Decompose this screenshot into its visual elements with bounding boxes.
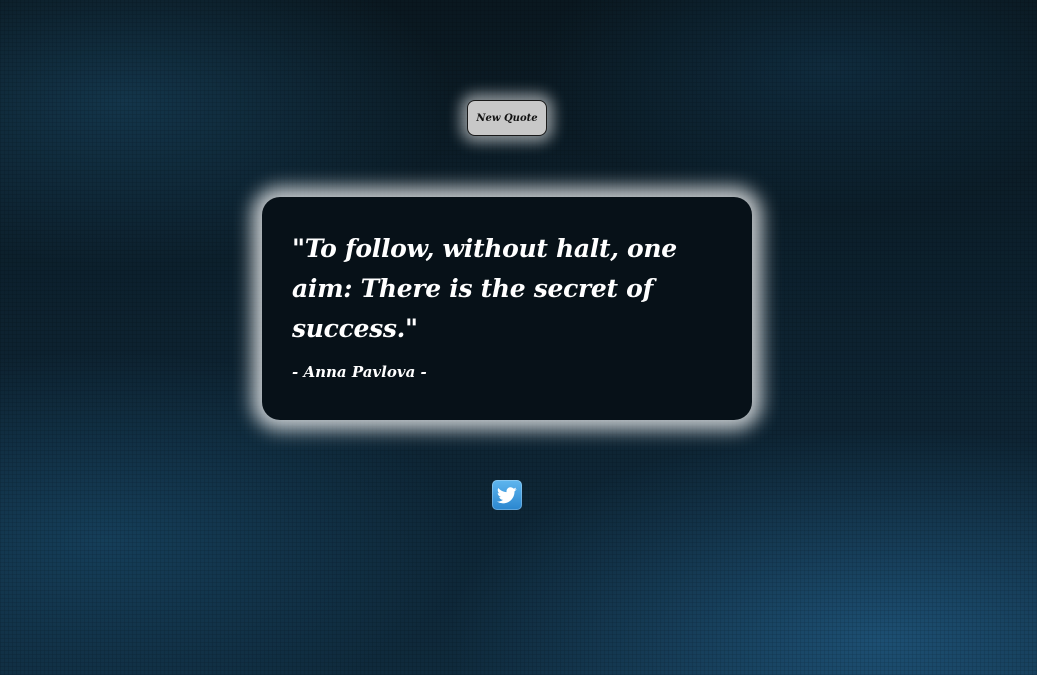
quote-author: - Anna Pavlova - xyxy=(292,363,427,381)
quote-card: "To follow, without halt, one aim: There… xyxy=(262,197,752,420)
new-quote-button[interactable]: New Quote xyxy=(467,100,547,136)
quote-text: "To follow, without halt, one aim: There… xyxy=(292,234,677,343)
tweet-quote-button[interactable] xyxy=(492,480,522,510)
twitter-bird-icon xyxy=(497,486,517,503)
